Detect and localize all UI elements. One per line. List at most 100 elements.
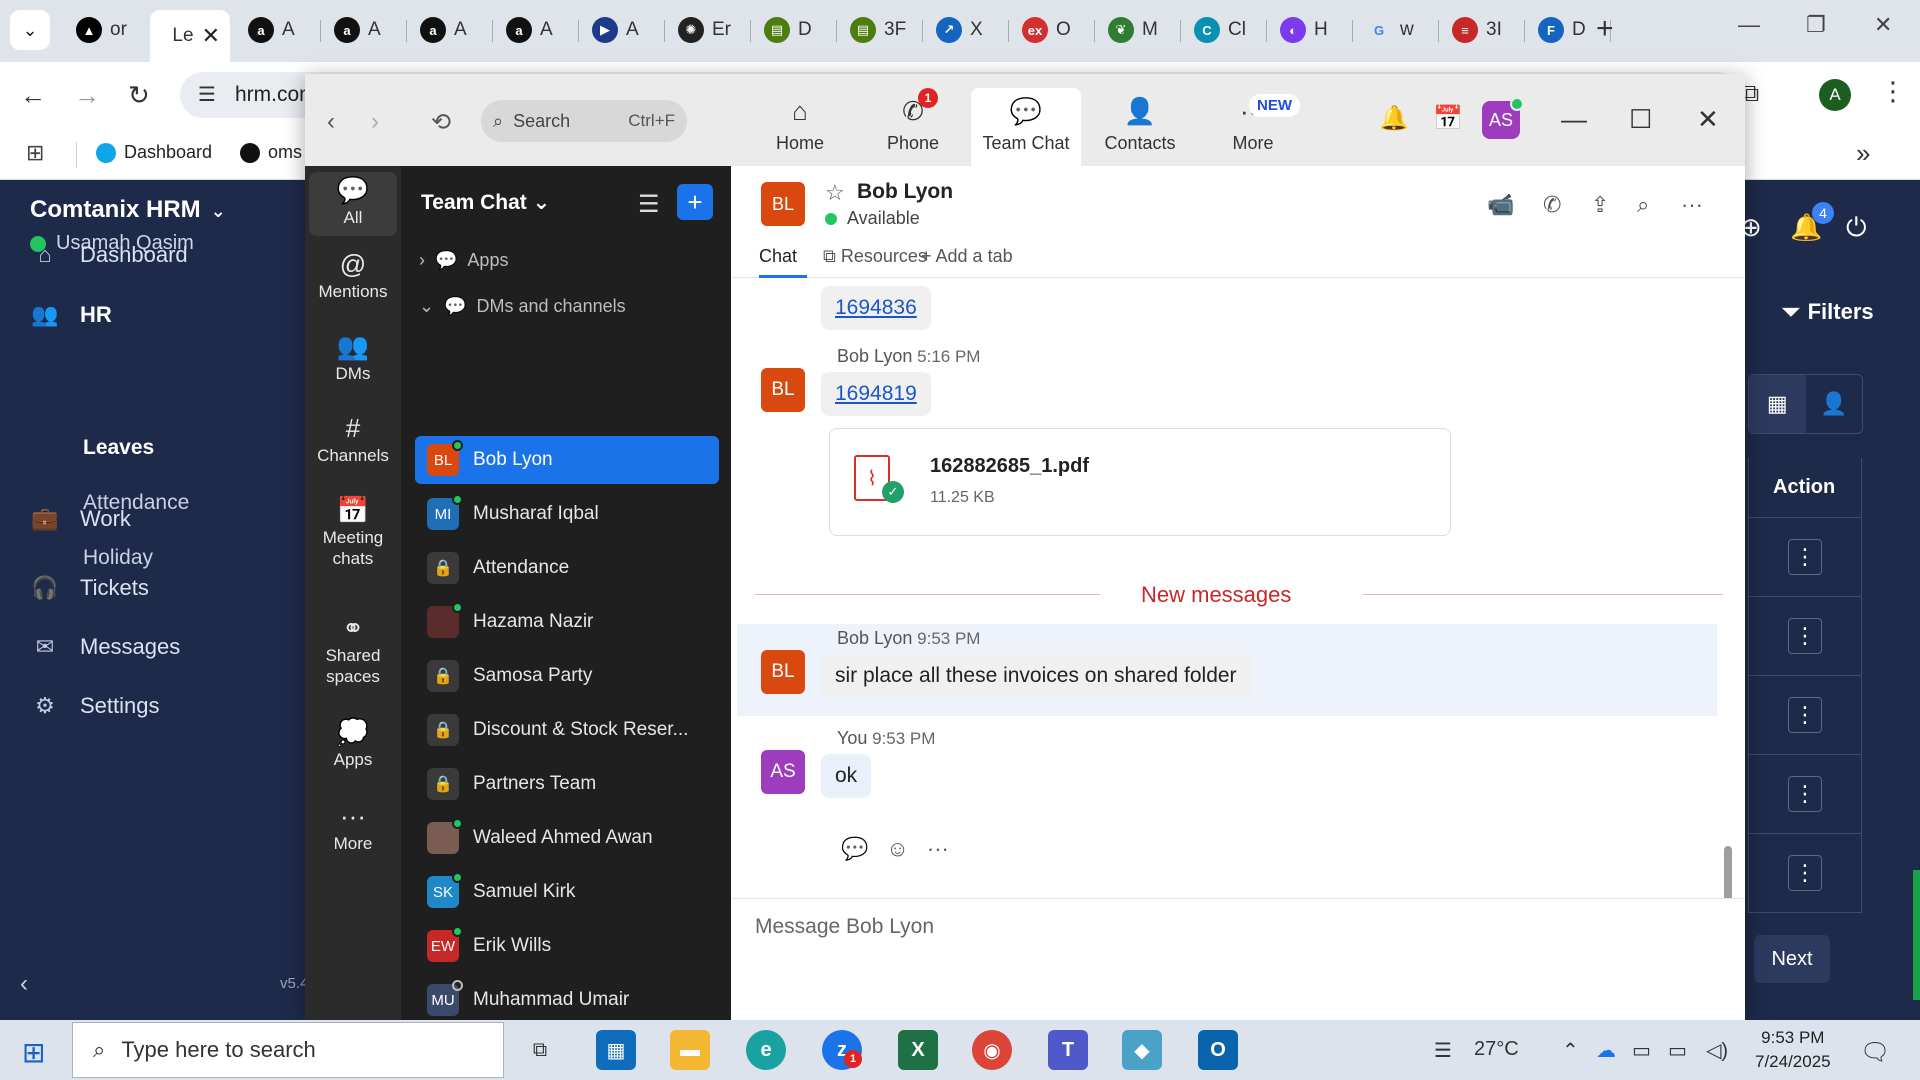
chat-list-item[interactable]: SK Samuel Kirk — [415, 868, 719, 916]
row-menu-icon[interactable]: ⋮ — [1788, 697, 1822, 733]
team-chat-search[interactable]: ⌕ Search Ctrl+F — [481, 100, 687, 142]
minimize-icon[interactable]: — — [1561, 104, 1587, 135]
notifications-icon[interactable]: 🗨 — [1860, 1038, 1890, 1067]
person-view-icon[interactable]: 👤 — [1806, 375, 1863, 433]
browser-tab[interactable]: Le ✕ — [150, 10, 230, 62]
more-icon[interactable]: ··· — [927, 836, 949, 862]
tab-search-chevron-icon[interactable]: ⌄ — [10, 10, 50, 50]
tab-phone[interactable]: ✆ Phone — [858, 88, 968, 166]
message-link[interactable]: 1694819 — [821, 372, 931, 416]
row-menu-icon[interactable]: ⋮ — [1788, 855, 1822, 891]
star-icon[interactable]: ☆ — [825, 180, 845, 206]
search-icon[interactable]: ⌕ — [1637, 192, 1649, 218]
excel-icon[interactable]: X — [898, 1030, 938, 1070]
chevron-up-icon[interactable]: ⌃ — [1562, 1038, 1579, 1063]
browser-tab[interactable]: ▤ 3F — [838, 10, 918, 50]
sidebar-item-attendance[interactable]: Attendance — [83, 491, 189, 515]
sidebar-item-holiday[interactable]: Holiday — [83, 546, 153, 570]
sender-avatar[interactable]: BL — [761, 368, 805, 412]
message-composer[interactable]: Message Bob Lyon — [731, 898, 1745, 1020]
chat-list-item[interactable]: BL Bob Lyon — [415, 436, 719, 484]
new-tab-button[interactable]: + — [1596, 12, 1614, 46]
sidebar-item-settings[interactable]: ⚙ Settings — [30, 693, 159, 719]
chat-list-item[interactable]: 🔒 Attendance — [415, 544, 719, 592]
collapse-sidebar-icon[interactable]: ‹ — [20, 970, 28, 998]
chat-list-item[interactable]: 🔒 Partners Team — [415, 760, 719, 808]
chat-list-item[interactable]: 🔒 Samosa Party — [415, 652, 719, 700]
browser-tab[interactable]: ▶ A — [580, 10, 660, 50]
share-screen-icon[interactable]: ⇪ — [1591, 192, 1609, 218]
tab-add[interactable]: + Add a tab — [921, 246, 1013, 267]
more-options-icon[interactable]: ··· — [1681, 192, 1703, 218]
video-call-icon[interactable]: 📹 — [1487, 192, 1514, 218]
browser-tab[interactable]: ❦ M — [1096, 10, 1176, 50]
sidebar-item-tickets[interactable]: 🎧 Tickets — [30, 575, 149, 601]
rail-mentions[interactable]: @ Mentions — [309, 251, 397, 302]
list-title[interactable]: Team Chat ⌄ — [421, 190, 550, 215]
forward-icon[interactable]: › — [371, 108, 379, 136]
chat-list-item[interactable]: MI Musharaf Iqbal — [415, 490, 719, 538]
tab-chat[interactable]: Chat — [759, 246, 797, 267]
calendar-icon[interactable]: 📅 — [1433, 104, 1463, 133]
browser-tab[interactable]: ◐ H — [1268, 10, 1348, 50]
onedrive-icon[interactable]: ☁ — [1596, 1038, 1616, 1063]
weather-temp[interactable]: 27°C — [1474, 1038, 1519, 1061]
message-link[interactable]: 1694836 — [821, 286, 931, 330]
row-menu-icon[interactable]: ⋮ — [1788, 618, 1822, 654]
tab-resources[interactable]: ⧉ Resources — [823, 246, 927, 267]
chat-list-item[interactable]: Hazama Nazir — [415, 598, 719, 646]
contact-name[interactable]: Bob Lyon — [857, 180, 953, 204]
browser-tab[interactable]: ≡ 3I — [1440, 10, 1520, 50]
browser-tab[interactable]: ex O — [1010, 10, 1090, 50]
zoom-icon[interactable]: z1 — [822, 1030, 862, 1070]
emoji-icon[interactable]: ☺ — [886, 836, 908, 862]
taskbar-search[interactable]: ⌕ Type here to search — [72, 1022, 504, 1078]
rail-meeting-chats[interactable]: 📅 Meeting chats — [309, 497, 397, 569]
sender-avatar[interactable]: BL — [761, 650, 805, 694]
browser-tab[interactable]: ▲ or — [64, 10, 144, 50]
network-icon[interactable]: ▭ — [1668, 1038, 1687, 1063]
rail-dms[interactable]: 👥 DMs — [309, 333, 397, 384]
sidebar-item-messages[interactable]: ✉ Messages — [30, 634, 181, 660]
rail-shared-spaces[interactable]: ⚭ Shared spaces — [309, 615, 397, 687]
edge-icon[interactable]: e — [746, 1030, 786, 1070]
file-explorer-icon[interactable]: ▬ — [670, 1030, 710, 1070]
tab-contacts[interactable]: 👤 Contacts — [1085, 88, 1195, 166]
browser-tab[interactable]: ✺ Er — [666, 10, 746, 50]
calculator-icon[interactable]: ▦ — [596, 1030, 636, 1070]
rail-more[interactable]: ··· More — [309, 803, 397, 854]
bookmark-oms[interactable]: oms — [240, 142, 302, 163]
browser-tab[interactable]: aA — [408, 10, 488, 50]
filter-icon[interactable]: ☰ — [638, 190, 660, 219]
system-clock[interactable]: 9:53 PM 7/24/2025 — [1755, 1026, 1831, 1074]
row-menu-icon[interactable]: ⋮ — [1788, 776, 1822, 812]
volume-icon[interactable]: ◁) — [1706, 1038, 1728, 1063]
rail-channels[interactable]: # Channels — [309, 415, 397, 466]
back-arrow-icon[interactable]: ← — [20, 80, 46, 111]
back-icon[interactable]: ‹ — [327, 108, 335, 136]
browser-menu-icon[interactable]: ⋮ — [1880, 76, 1906, 107]
outlook-icon[interactable]: O — [1198, 1030, 1238, 1070]
close-icon[interactable]: ✕ — [1697, 104, 1719, 135]
teams-icon[interactable]: T — [1048, 1030, 1088, 1070]
sidebar-item-leaves[interactable]: Leaves — [83, 436, 154, 460]
sidebar-item-dashboard[interactable]: ⌂ Dashboard — [30, 242, 187, 268]
file-attachment[interactable]: ⌇ ✓ 162882685_1.pdf 11.25 KB — [829, 428, 1451, 536]
chat-list-item[interactable]: EW Erik Wills — [415, 922, 719, 970]
apps-grid-icon[interactable]: ⊞ — [26, 140, 44, 166]
hrm-brand[interactable]: Comtanix HRM ⌄ — [30, 196, 226, 224]
maximize-icon[interactable]: ☐ — [1629, 104, 1652, 135]
chrome-icon[interactable]: ◉ — [972, 1030, 1012, 1070]
my-avatar[interactable]: AS — [1482, 97, 1524, 139]
chat-list-item[interactable]: MU Muhammad Umair — [415, 976, 719, 1020]
chat-list-item[interactable]: Waleed Ahmed Awan — [415, 814, 719, 862]
browser-tab[interactable]: Gw — [1354, 10, 1434, 50]
history-icon[interactable]: ⟲ — [431, 108, 451, 137]
browser-tab[interactable]: C Cl — [1182, 10, 1262, 50]
site-settings-icon[interactable]: ☰ — [198, 82, 216, 107]
phone-call-icon[interactable]: ✆ — [1543, 192, 1561, 218]
bookmarks-overflow-icon[interactable]: » — [1856, 138, 1870, 169]
task-view-icon[interactable]: ⧉ — [520, 1030, 560, 1070]
new-chat-button[interactable]: + — [677, 184, 713, 220]
reload-icon[interactable]: ↻ — [128, 80, 150, 111]
